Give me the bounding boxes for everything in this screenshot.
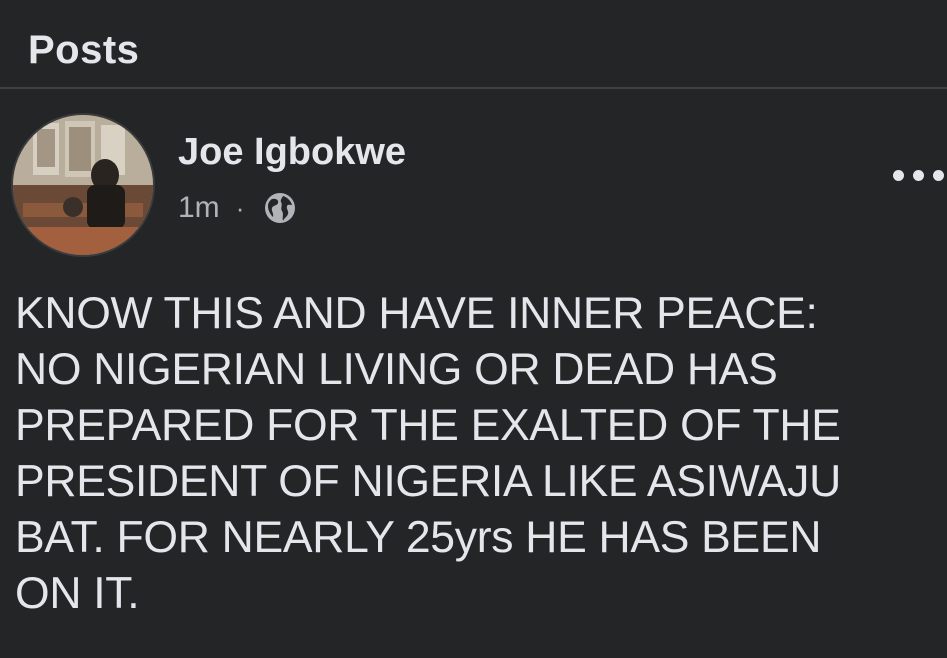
meta-separator: · (235, 193, 245, 223)
more-options-button[interactable] (893, 160, 947, 190)
post-body-text: KNOW THIS AND HAVE INNER PEACE: NO NIGER… (15, 289, 841, 618)
posts-section-header: Posts (0, 0, 947, 89)
more-options-icon-dot (933, 169, 944, 181)
post-timestamp[interactable]: 1m (178, 193, 220, 223)
section-title: Posts (28, 28, 140, 72)
globe-icon[interactable] (262, 190, 298, 226)
more-options-icon-dot (913, 169, 924, 181)
avatar-photo (13, 115, 153, 255)
author-name[interactable]: Joe Igbokwe (178, 133, 406, 171)
more-options-icon-dot (893, 169, 904, 181)
post-meta: 1m · (178, 188, 298, 228)
author-avatar[interactable] (11, 113, 155, 257)
